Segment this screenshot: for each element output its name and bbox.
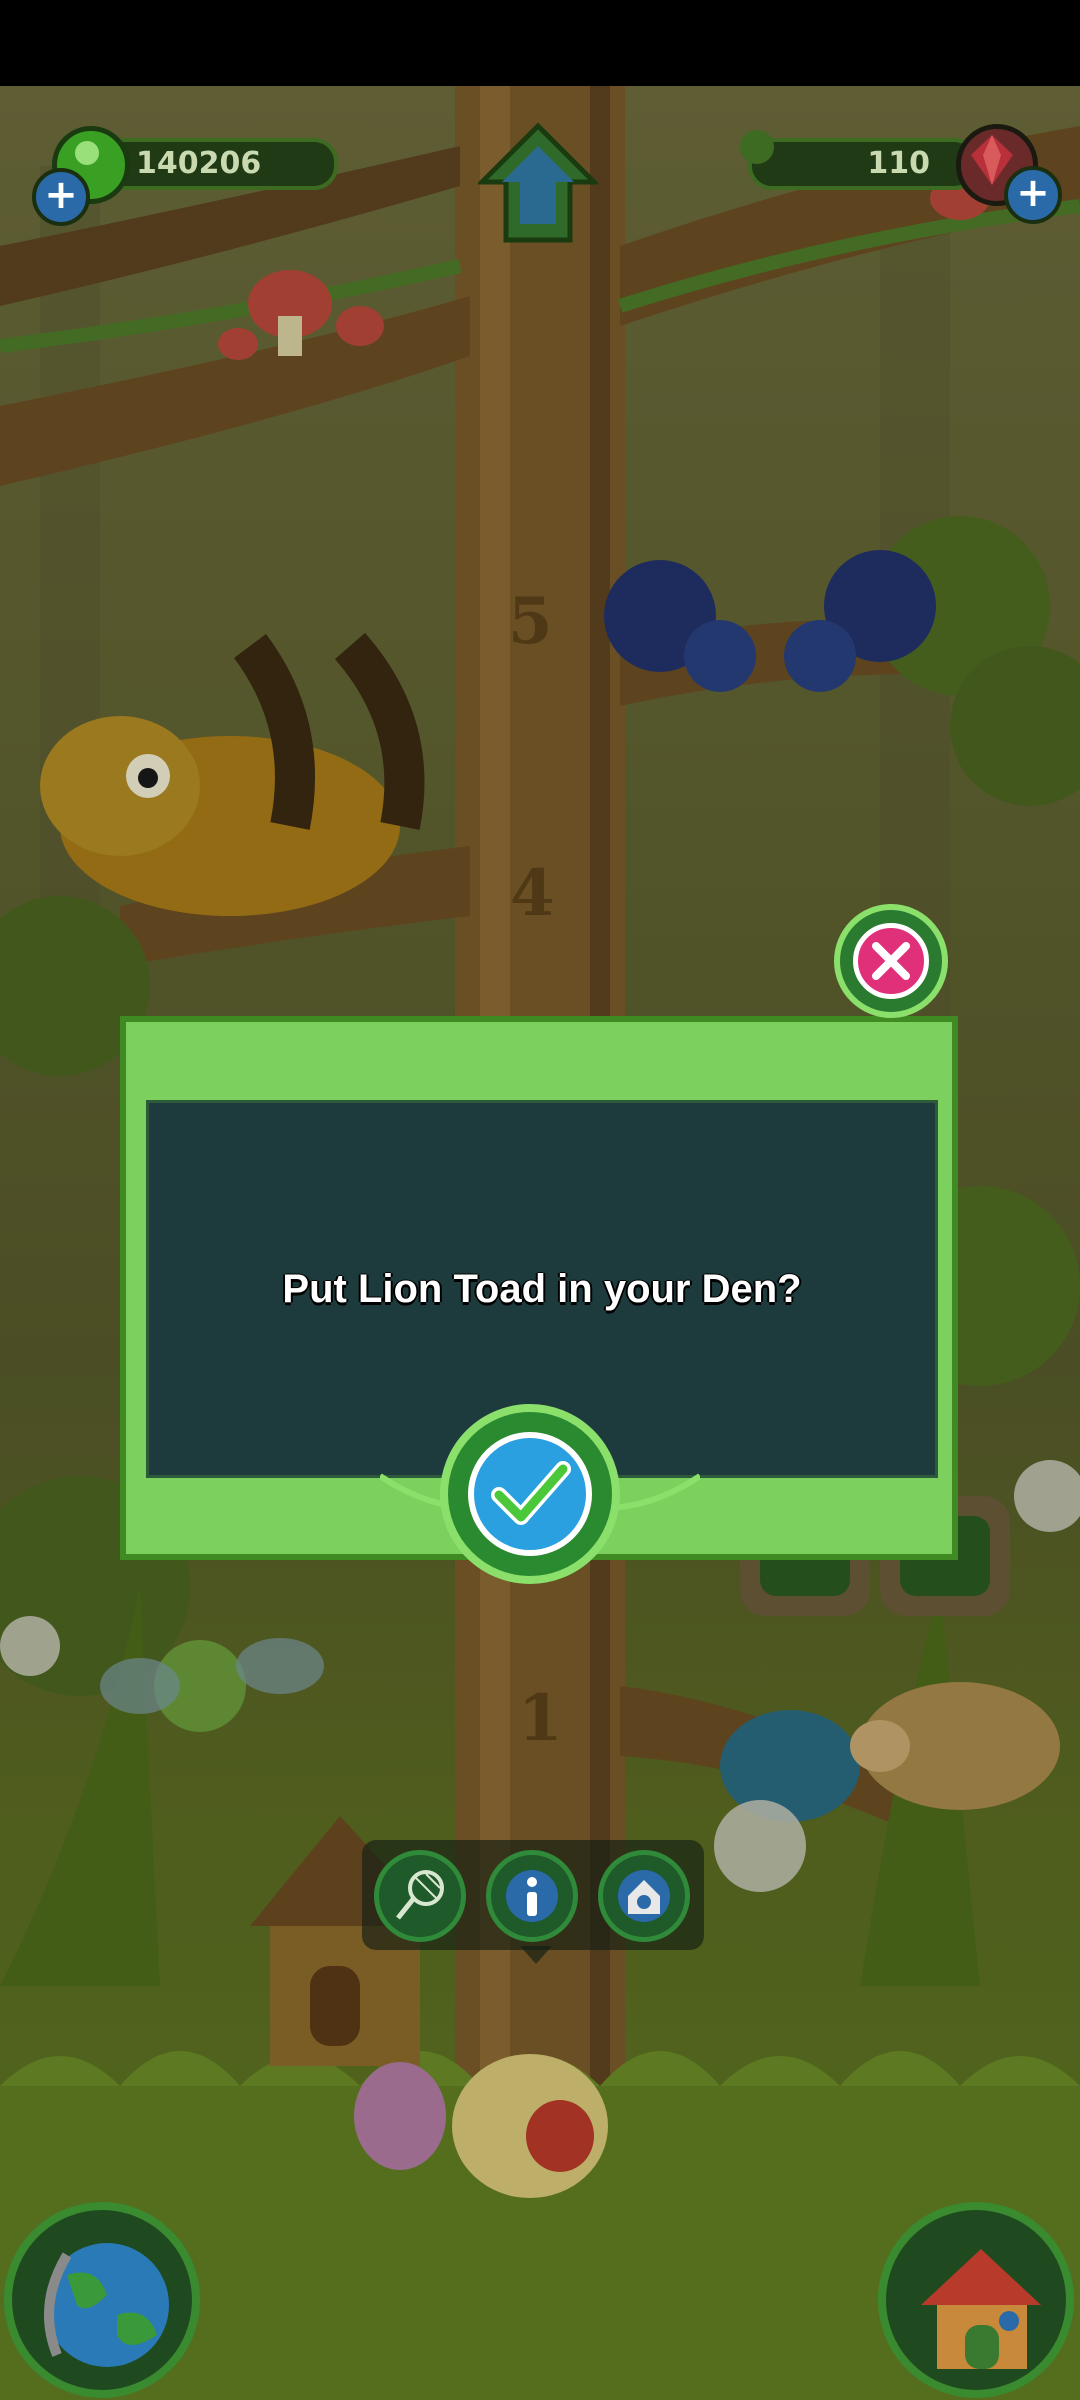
- vine-ornament: [740, 130, 774, 164]
- gem-counter: 110: [748, 138, 978, 190]
- catch-net-button[interactable]: [374, 1850, 466, 1942]
- den-button[interactable]: [598, 1850, 690, 1942]
- info-icon: [506, 1870, 558, 1922]
- status-bar: [0, 0, 1080, 86]
- den-icon: [618, 1870, 670, 1922]
- close-button[interactable]: [834, 904, 948, 1018]
- globe-icon: [44, 2243, 169, 2367]
- add-gems-button[interactable]: +: [1004, 166, 1062, 224]
- home-button[interactable]: [475, 122, 601, 246]
- net-icon: [396, 1870, 444, 1920]
- close-icon: [853, 923, 929, 999]
- house-icon: [921, 2249, 1041, 2369]
- checkmark-icon: [468, 1432, 592, 1556]
- info-button[interactable]: [486, 1850, 578, 1942]
- treehouse-button[interactable]: [878, 2202, 1074, 2398]
- world-map-button[interactable]: [4, 2202, 200, 2398]
- home-icon: [475, 122, 601, 243]
- action-bar-pointer: [520, 1946, 552, 1964]
- game-scene: 5 4 1 140206 + 110 + Put Lion Toad in yo…: [0, 86, 1080, 2400]
- confirm-button[interactable]: [440, 1404, 620, 1584]
- add-coins-button[interactable]: +: [32, 168, 90, 226]
- dialog-message: Put Lion Toad in your Den?: [282, 1266, 802, 1311]
